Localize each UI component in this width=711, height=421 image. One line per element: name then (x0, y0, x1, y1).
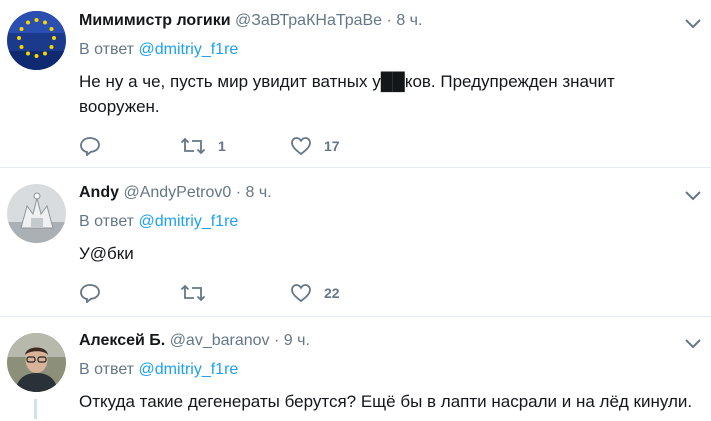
timestamp[interactable]: 8 ч. (246, 184, 272, 201)
reply-mention-link[interactable]: @dmitriy_f1re (138, 213, 238, 230)
separator-dot: · (274, 332, 280, 349)
avatar[interactable] (7, 11, 66, 70)
author-handle[interactable]: @AndyPetrov0 (123, 184, 231, 201)
reply-mention-link[interactable]: @dmitriy_f1re (138, 41, 238, 58)
author-name[interactable]: Алексей Б. (79, 332, 165, 349)
retweet-icon (180, 137, 206, 155)
avatar[interactable] (7, 184, 66, 243)
separator-dot: · (386, 12, 392, 29)
reply-context: В ответ @dmitriy_f1re (79, 213, 238, 231)
timestamp[interactable]: 9 ч. (284, 332, 310, 349)
like-count: 22 (324, 285, 340, 301)
divider (0, 316, 711, 317)
tweet-header: Алексей Б. @av_baranov · 9 ч. (79, 332, 310, 350)
tweet-text: У@бки (79, 244, 134, 263)
reply-prefix: В ответ (79, 41, 135, 58)
tweet-header: Andy @AndyPetrov0 · 8 ч. (79, 184, 272, 202)
tweet-text: Откуда такие дегенераты берутся? Ещё бы … (79, 392, 693, 411)
reply-mention-link[interactable]: @dmitriy_f1re (138, 361, 238, 378)
reply-button[interactable] (79, 283, 180, 303)
reply-prefix: В ответ (79, 361, 135, 378)
thread-line (34, 399, 37, 419)
separator-dot: · (235, 184, 242, 201)
retweet-button[interactable] (180, 283, 290, 303)
like-button[interactable]: 17 (290, 136, 340, 156)
chevron-down-icon[interactable] (683, 188, 703, 202)
heart-icon (291, 137, 311, 156)
reply-icon (80, 137, 100, 156)
author-name[interactable]: Andy (79, 184, 119, 201)
tweet-header: Мимимистр логики @ЗаВТраКНаТраВе · 8 ч. (79, 12, 422, 30)
reply-button[interactable] (79, 136, 180, 156)
heart-icon (291, 284, 311, 303)
retweet-count: 1 (218, 138, 226, 154)
like-button[interactable]: 22 (290, 283, 340, 303)
avatar[interactable] (7, 333, 66, 392)
tweet-actions: 22 (79, 281, 340, 305)
chevron-down-icon[interactable] (683, 16, 703, 30)
reply-prefix: В ответ (79, 213, 135, 230)
retweet-button[interactable]: 1 (180, 136, 290, 156)
author-handle[interactable]: @av_baranov (170, 332, 270, 349)
author-handle[interactable]: @ЗаВТраКНаТраВе (235, 12, 382, 29)
reply-context: В ответ @dmitriy_f1re (79, 361, 238, 379)
chevron-down-icon[interactable] (683, 336, 703, 350)
retweet-icon (180, 284, 206, 302)
reply-icon (80, 284, 100, 303)
timestamp[interactable]: 8 ч. (396, 12, 422, 29)
tweet-text: Не ну а че, пусть мир увидит ватных у██к… (79, 72, 615, 116)
tweet-actions: 1 17 (79, 134, 340, 158)
reply-context: В ответ @dmitriy_f1re (79, 41, 238, 59)
tweet[interactable]: Мимимистр логики @ЗаВТраКНаТраВе · 8 ч. … (0, 0, 711, 168)
like-count: 17 (324, 138, 340, 154)
author-name[interactable]: Мимимистр логики (79, 12, 231, 29)
